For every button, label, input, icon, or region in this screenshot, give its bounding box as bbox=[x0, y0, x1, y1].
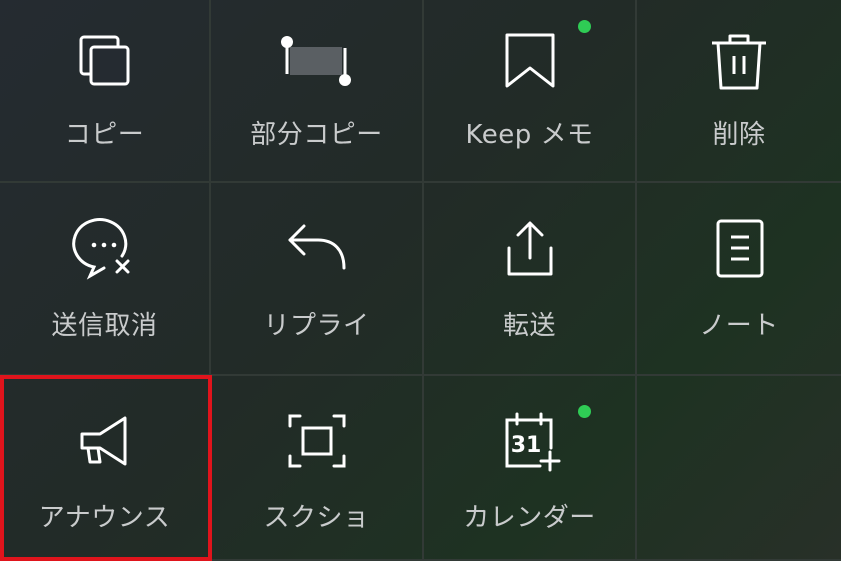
new-badge-dot bbox=[578, 405, 591, 418]
calendar-label: カレンダー bbox=[463, 503, 596, 533]
copy-label: コピー bbox=[64, 120, 145, 150]
announce-button[interactable]: アナウンス bbox=[0, 376, 211, 561]
keep-memo-button[interactable]: Keep メモ bbox=[424, 0, 637, 183]
screenshot-button[interactable]: スクショ bbox=[211, 376, 424, 561]
unsend-button[interactable]: 送信取消 bbox=[0, 183, 211, 376]
megaphone-icon bbox=[70, 406, 140, 476]
calendar-button[interactable]: 31 カレンダー bbox=[424, 376, 637, 561]
note-label: ノート bbox=[699, 311, 779, 341]
trash-icon bbox=[704, 26, 774, 96]
copy-button[interactable]: コピー bbox=[0, 0, 211, 183]
partial-copy-button[interactable]: 部分コピー bbox=[211, 0, 424, 183]
unsend-icon bbox=[70, 214, 140, 284]
screenshot-label: スクショ bbox=[263, 503, 370, 533]
forward-label: 転送 bbox=[502, 311, 556, 341]
calendar-icon: 31 bbox=[495, 406, 565, 476]
share-icon bbox=[495, 214, 565, 284]
action-grid: コピー 部分コピー Keep メモ 削除 送信取消 リプライ 転送 ノート アナ… bbox=[0, 0, 841, 561]
empty-cell bbox=[637, 376, 841, 561]
new-badge-dot bbox=[578, 20, 591, 33]
forward-button[interactable]: 転送 bbox=[424, 183, 637, 376]
delete-label: 削除 bbox=[712, 120, 766, 150]
keep-memo-label: Keep メモ bbox=[465, 120, 594, 150]
delete-button[interactable]: 削除 bbox=[637, 0, 841, 183]
reply-button[interactable]: リプライ bbox=[211, 183, 424, 376]
announce-label: アナウンス bbox=[38, 503, 171, 533]
note-icon bbox=[704, 214, 774, 284]
reply-label: リプライ bbox=[263, 311, 370, 341]
screenshot-icon bbox=[282, 406, 352, 476]
partial-copy-icon bbox=[272, 26, 362, 96]
note-button[interactable]: ノート bbox=[637, 183, 841, 376]
calendar-day-text: 31 bbox=[510, 433, 541, 458]
bookmark-icon bbox=[495, 26, 565, 96]
reply-icon bbox=[282, 214, 352, 284]
copy-icon bbox=[70, 26, 140, 96]
unsend-label: 送信取消 bbox=[51, 311, 158, 341]
message-action-menu: コピー 部分コピー Keep メモ 削除 送信取消 リプライ 転送 ノート アナ… bbox=[0, 0, 841, 561]
partial-copy-label: 部分コピー bbox=[250, 120, 383, 150]
